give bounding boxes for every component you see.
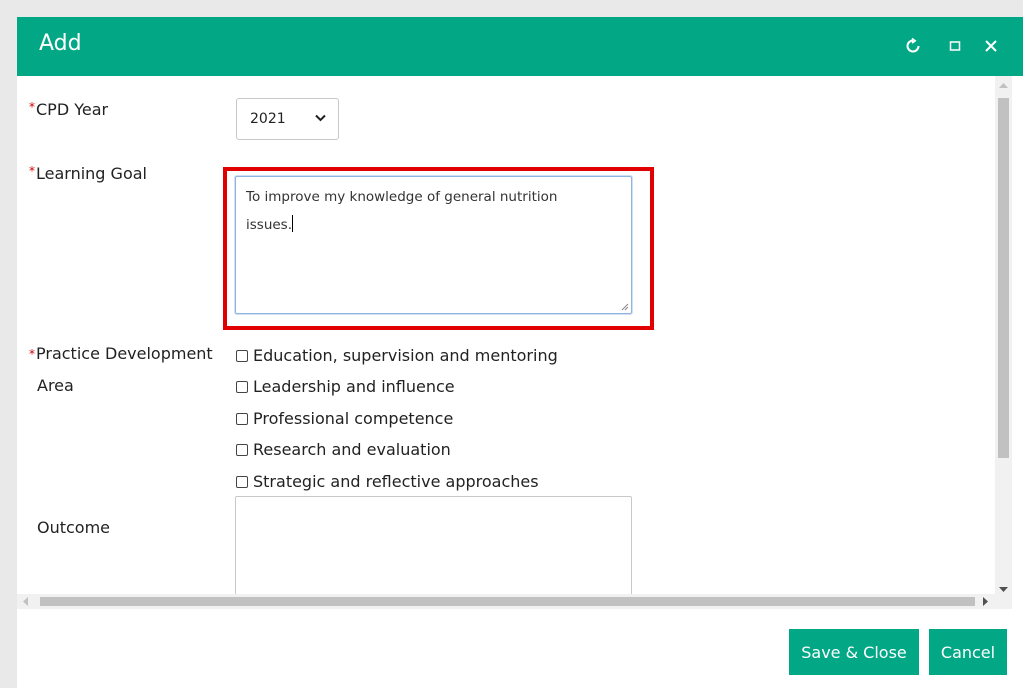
learning-goal-line-1: To improve my knowledge of general nutri… [246,189,558,205]
refresh-icon[interactable] [900,33,926,59]
checkbox[interactable] [236,412,248,425]
cancel-button[interactable]: Cancel [929,629,1007,675]
vertical-scrollbar[interactable] [995,76,1012,609]
resize-handle-icon[interactable] [620,302,629,311]
learning-goal-line-2: issues. [246,215,294,233]
checkbox[interactable] [236,475,248,488]
add-dialog: Add *CPD Year 2021 *Learning Goal To imp… [17,17,1023,688]
checkbox-strategic[interactable]: Strategic and reflective approaches [236,472,539,491]
dialog-titlebar: Add [17,17,1023,76]
horizontal-scroll-thumb[interactable] [40,597,975,606]
practice-area-label: *Practice Development Area [29,344,213,395]
checkbox-leadership[interactable]: Leadership and influence [236,377,455,396]
cpd-year-value: 2021 [250,111,286,127]
text-caret [292,215,294,232]
cpd-year-label: *CPD Year [29,100,109,119]
outcome-label: Outcome [37,518,111,537]
maximize-icon[interactable] [942,33,968,59]
horizontal-scrollbar[interactable] [17,594,995,609]
checkbox-professional[interactable]: Professional competence [236,409,453,428]
learning-goal-label: *Learning Goal [29,164,147,183]
scroll-down-icon[interactable] [999,587,1008,593]
outcome-textarea[interactable] [235,496,632,609]
scroll-left-icon[interactable] [23,597,29,606]
chevron-down-icon [315,114,326,122]
close-icon[interactable] [978,33,1004,59]
checkbox-education[interactable]: Education, supervision and mentoring [236,346,558,365]
checkbox[interactable] [236,349,248,362]
checkbox[interactable] [236,380,248,393]
checkbox-research[interactable]: Research and evaluation [236,440,451,459]
cpd-year-select[interactable]: 2021 [236,98,339,140]
scroll-up-icon[interactable] [999,83,1008,89]
checkbox[interactable] [236,443,248,456]
vertical-scroll-thumb[interactable] [998,98,1009,458]
dialog-title: Add [39,31,82,56]
scroll-right-icon[interactable] [983,597,989,606]
save-close-button[interactable]: Save & Close [789,629,919,675]
dialog-content: *CPD Year 2021 *Learning Goal To improve… [17,76,995,609]
learning-goal-textarea[interactable]: To improve my knowledge of general nutri… [235,176,632,314]
